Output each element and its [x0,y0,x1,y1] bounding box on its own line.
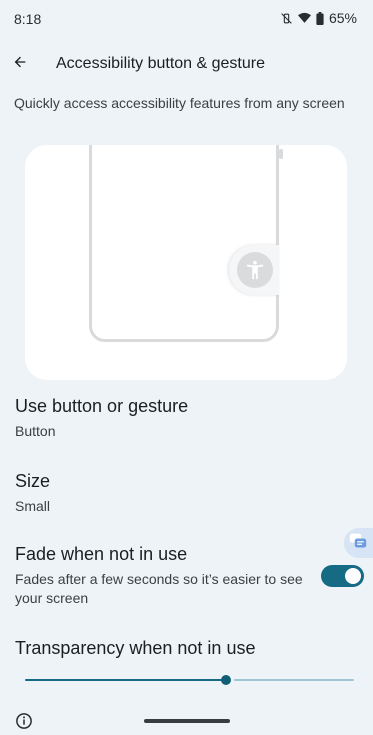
slider-inactive-track [234,679,354,681]
gesture-nav-handle[interactable] [144,719,230,723]
status-icons: 65% [280,10,357,26]
status-bar: 8:18 65% [0,0,373,36]
setting-title: Transparency when not in use [15,638,256,658]
page-description: Quickly access accessibility features fr… [14,95,345,111]
app-bar: Accessibility button & gesture [0,44,373,84]
setting-title: Size [15,471,51,491]
battery-percent: 65% [328,10,357,26]
page-title: Accessibility button & gesture [56,55,265,72]
setting-summary: Fades after a few seconds so it’s easier… [15,571,303,606]
setting-value: Small [15,498,51,514]
setting-value: Button [15,423,56,439]
vibrate-off-icon [280,12,293,25]
floating-side-button[interactable] [344,528,373,558]
translate-chat-icon [348,532,368,555]
setting-fade-when-not-in-use[interactable]: Fade when not in use Fades after a few s… [15,542,310,608]
status-time: 8:18 [14,11,42,27]
phone-mockup [89,145,279,342]
info-icon[interactable] [15,712,33,730]
setting-size[interactable]: Size Small [15,469,345,516]
setting-transparency: Transparency when not in use [15,636,345,660]
back-button[interactable] [6,50,34,78]
transparency-slider[interactable] [25,672,354,688]
setting-title: Fade when not in use [15,544,188,564]
fade-toggle-switch[interactable] [321,565,364,587]
setting-use-button-or-gesture[interactable]: Use button or gesture Button [15,394,345,441]
slider-thumb[interactable] [221,675,231,685]
toggle-knob [345,568,361,584]
accessibility-person-icon [237,252,273,288]
preview-illustration [25,145,347,380]
wifi-icon [297,12,311,24]
battery-icon [316,11,324,25]
floating-accessibility-button-preview [229,245,279,295]
setting-title: Use button or gesture [15,396,189,416]
slider-active-track [25,679,222,681]
phone-side-button [279,149,283,159]
arrow-back-icon [12,54,28,75]
